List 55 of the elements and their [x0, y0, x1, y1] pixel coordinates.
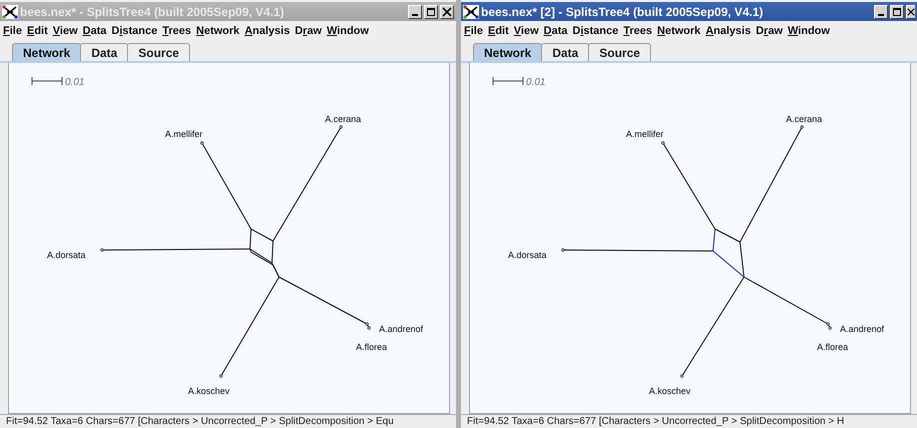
- minimize-icon: [412, 14, 418, 16]
- menu-item[interactable]: Edit: [488, 25, 509, 37]
- tab[interactable]: Source: [588, 43, 652, 61]
- tab[interactable]: Source: [127, 43, 190, 61]
- maximize-icon: [426, 6, 436, 16]
- menu-item[interactable]: Draw: [294, 25, 322, 37]
- minimize-icon: [878, 14, 884, 16]
- menu-item[interactable]: Trees: [162, 25, 192, 37]
- taxon-label: A.cerana: [325, 114, 362, 124]
- taxon-label: A.andrenof: [379, 324, 424, 334]
- tab[interactable]: Network: [473, 43, 542, 61]
- scale-bar-icon: [492, 76, 524, 86]
- menu-item[interactable]: Network: [196, 25, 240, 37]
- scale-label: 0.01: [65, 77, 84, 88]
- maximize-icon: [892, 6, 902, 16]
- menu-item[interactable]: Edit: [26, 25, 48, 37]
- taxon-label: A.koschev: [649, 386, 691, 396]
- taxon-label: A.koschev: [188, 386, 230, 396]
- menu-item[interactable]: Network: [657, 25, 701, 37]
- status-text: Fit=94.52 Taxa=6 Chars=677 [Characters > Uncorrected_P > SplitDecomposition > Equ: [6, 416, 394, 427]
- menu-item[interactable]: File: [464, 25, 483, 37]
- scale-bar-icon: [32, 76, 62, 86]
- menu-item[interactable]: Analysis: [244, 25, 290, 37]
- close-button[interactable]: [906, 4, 915, 18]
- menu-item[interactable]: Trees: [623, 25, 652, 37]
- window-title: bees.nex* - SplitsTree4 (built 2005Sep09, V4.1): [20, 4, 286, 18]
- app-logo-icon: [463, 4, 479, 18]
- taxon-label: A.andrenof: [840, 324, 884, 334]
- menu-item[interactable]: Analysis: [706, 25, 751, 37]
- menu-item[interactable]: Draw: [756, 25, 783, 37]
- taxon-label: A.mellifer: [626, 129, 664, 139]
- menu-item[interactable]: Data: [82, 25, 106, 37]
- menu-item[interactable]: Distance: [112, 25, 158, 37]
- menu-item[interactable]: Data: [544, 25, 568, 37]
- menu-item[interactable]: View: [52, 25, 78, 37]
- menu-item[interactable]: View: [514, 25, 539, 37]
- tab[interactable]: Network: [12, 43, 82, 61]
- menu-item[interactable]: Window: [326, 25, 369, 37]
- minimize-button[interactable]: [874, 4, 888, 18]
- taxon-label: A.dorsata: [508, 250, 547, 260]
- taxon-label: A.dorsata: [47, 250, 86, 260]
- taxon-label: A.mellifer: [165, 129, 203, 139]
- taxon-label: A.florea: [356, 342, 388, 352]
- taxon-label: A.cerana: [786, 114, 822, 124]
- menu-item[interactable]: Window: [788, 25, 830, 37]
- taxon-label: A.florea: [817, 342, 848, 352]
- maximize-button[interactable]: [890, 4, 904, 18]
- close-icon: [442, 6, 452, 16]
- app-logo-icon: [2, 4, 18, 18]
- window-title: bees.nex* [2] - SplitsTree4 (built 2005Sep09, V4.1): [481, 4, 764, 18]
- close-icon: [907, 6, 915, 16]
- menu-item[interactable]: Distance: [572, 25, 618, 37]
- scale-label: 0.01: [526, 77, 546, 88]
- status-text: Fit=94.52 Taxa=6 Chars=677 [Characters > Uncorrected_P > SplitDecomposition > H: [467, 416, 844, 427]
- menu-item[interactable]: File: [3, 25, 22, 37]
